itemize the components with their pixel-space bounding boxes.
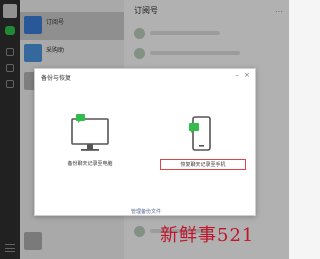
close-icon[interactable]: ×	[244, 71, 250, 79]
backup-restore-dialog: 备份与恢复 – × 备份聊天记录至电脑 恢复聊天记录至手机 管理备份文件	[34, 68, 256, 216]
restore-to-phone-label: 恢复聊天记录至手机	[160, 159, 246, 170]
dialog-title: 备份与恢复	[41, 75, 72, 82]
computer-icon	[71, 114, 109, 151]
minimize-icon[interactable]: –	[236, 71, 240, 79]
watermark: 新鲜事521	[160, 225, 255, 246]
manage-backup-files-link[interactable]: 管理备份文件	[35, 208, 257, 215]
backup-to-pc-label: 备份聊天记录至电脑	[67, 161, 113, 167]
phone-icon	[189, 116, 211, 151]
restore-to-phone-option[interactable]: 恢复聊天记录至手机	[157, 113, 247, 171]
backup-to-pc-option[interactable]: 备份聊天记录至电脑	[45, 113, 135, 171]
